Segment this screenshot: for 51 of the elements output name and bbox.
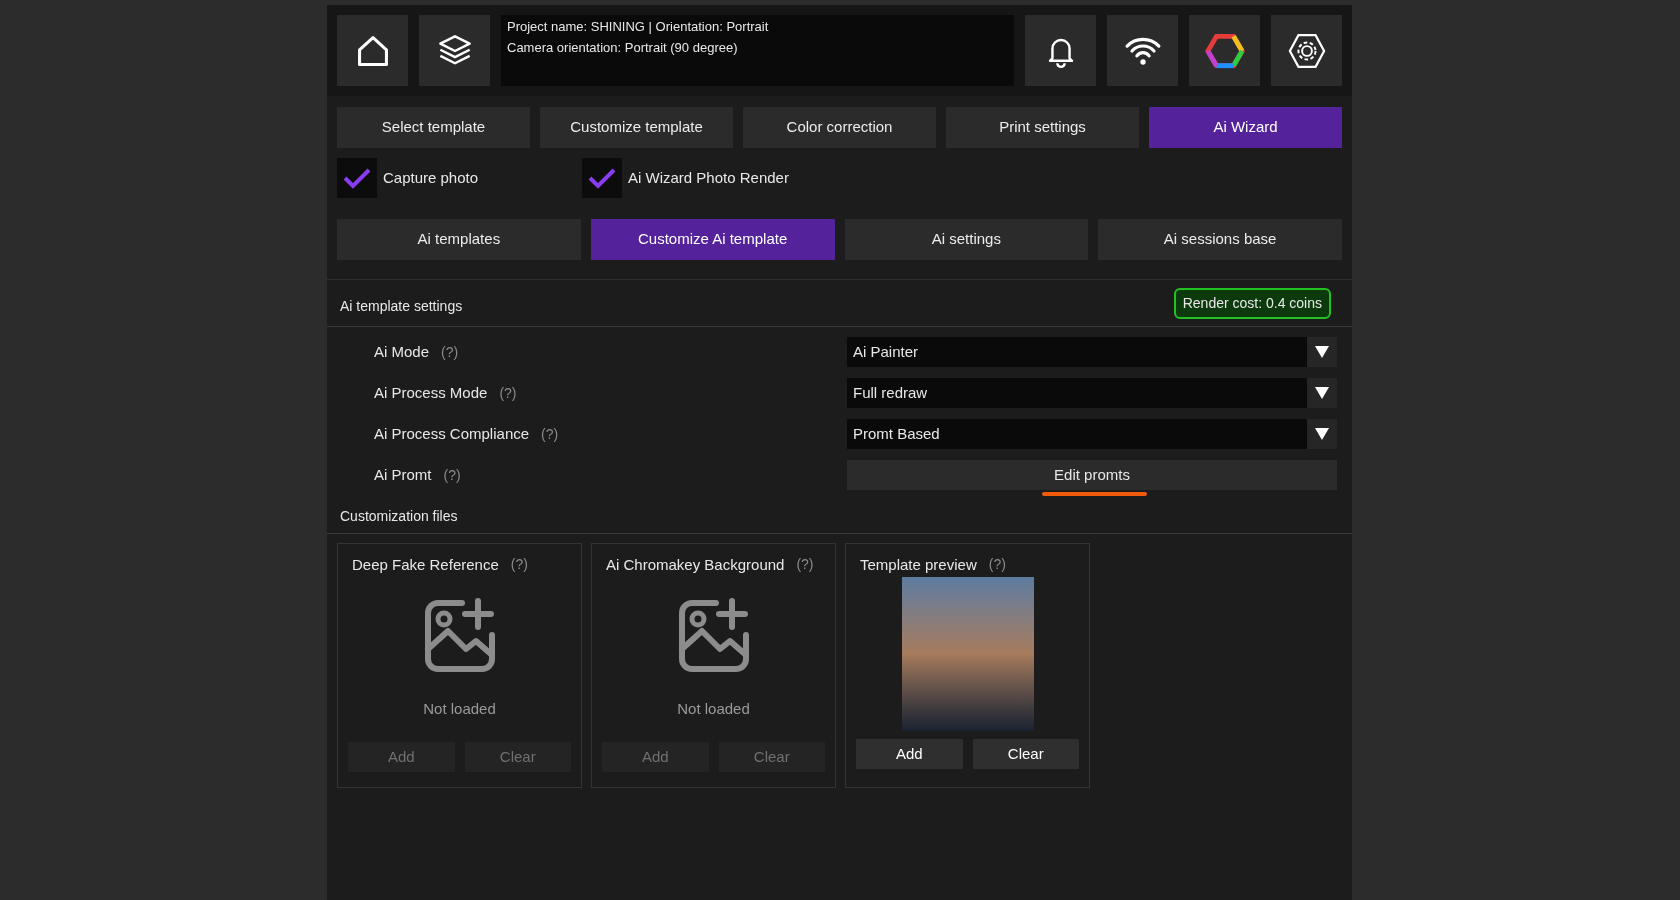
dropdown[interactable]: Promt Based [847, 419, 1337, 449]
tab[interactable]: Customize Ai template [590, 219, 835, 260]
card-title: Template preview [860, 555, 977, 575]
help-link[interactable]: (?) [510, 554, 528, 580]
settings-button[interactable] [1271, 15, 1342, 86]
setting-label: Ai Process Compliance [374, 423, 530, 444]
setting-label: Ai Process Mode [374, 382, 488, 403]
tab[interactable]: Select template [337, 107, 530, 148]
wifi-button[interactable] [1107, 15, 1178, 86]
tab[interactable]: Ai settings [844, 219, 1089, 260]
setting-label: Ai Mode [374, 341, 430, 362]
section-title: Ai template settings [340, 296, 463, 316]
layers-button[interactable] [419, 15, 490, 86]
render-cost-badge: Render cost: 0.4 coins [1173, 287, 1331, 319]
help-link[interactable]: (?) [441, 341, 459, 363]
help-link[interactable]: (?) [796, 554, 814, 580]
tab[interactable]: Ai templates [337, 219, 581, 260]
checkbox-label: Ai Wizard Photo Render [628, 167, 789, 188]
checkbox[interactable] [582, 158, 622, 198]
help-link[interactable]: (?) [988, 554, 1006, 580]
info-text: Camera orientation: Portrait (90 degree) [507, 39, 739, 57]
status-text: Not loaded [677, 699, 750, 719]
caret-icon [1315, 428, 1329, 440]
caret-icon [1315, 346, 1329, 358]
help-link[interactable]: (?) [443, 464, 461, 486]
checkmark-icon [587, 166, 617, 190]
checkbox-label: Capture photo [383, 167, 479, 188]
dropdown[interactable]: Full redraw [847, 378, 1337, 408]
help-link[interactable]: (?) [541, 423, 559, 445]
checkbox[interactable] [337, 158, 377, 198]
card-title: Deep Fake Reference [352, 555, 499, 575]
bell-button[interactable] [1025, 15, 1096, 86]
tab[interactable]: Ai sessions base [1098, 219, 1342, 260]
info-text: Project name: SHINING | Orientation: Portrait [507, 18, 770, 36]
section-title: Customization files [340, 507, 458, 526]
status-text: Not loaded [423, 699, 496, 719]
help-link[interactable]: (?) [499, 382, 517, 404]
checkmark-icon [342, 166, 372, 190]
tab[interactable]: Print settings [946, 107, 1139, 148]
tab[interactable]: Customize template [540, 107, 733, 148]
setting-label: Ai Promt [374, 464, 432, 485]
hexagon-logo-button[interactable] [1189, 15, 1260, 86]
home-button[interactable] [337, 15, 408, 86]
tab[interactable]: Ai Wizard [1149, 107, 1342, 148]
card-button[interactable]: Clear [972, 739, 1079, 769]
tab[interactable]: Color correction [743, 107, 936, 148]
card-button[interactable]: Add [856, 739, 963, 769]
edit-prompts-button[interactable]: Edit promts [847, 460, 1337, 490]
caret-icon [1315, 387, 1329, 399]
card-title: Ai Chromakey Background [606, 555, 785, 575]
dropdown[interactable]: Ai Painter [847, 337, 1337, 367]
